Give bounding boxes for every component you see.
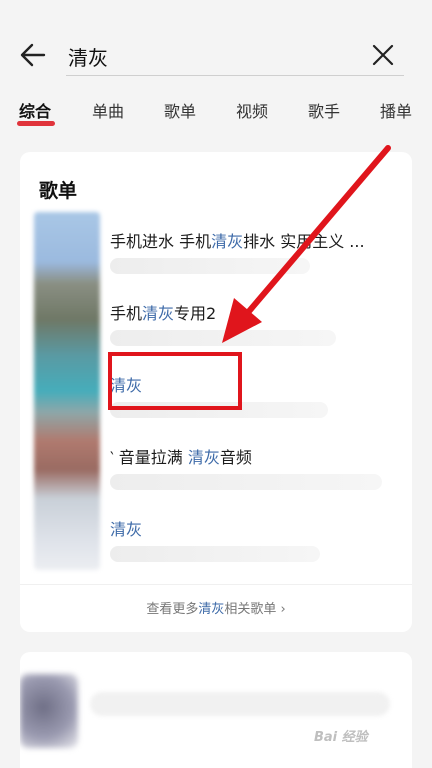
search-input[interactable] xyxy=(66,36,404,76)
close-icon[interactable] xyxy=(370,42,396,68)
watermark: Bai 经验 xyxy=(314,730,368,745)
blurred-content xyxy=(90,692,390,716)
playlist-item-title: 手机清灰专用2 xyxy=(110,304,217,323)
search-bar xyxy=(0,30,432,78)
tab-podcasts[interactable]: 播单 xyxy=(380,98,412,122)
annotation-highlight-box xyxy=(108,352,242,410)
avatar xyxy=(20,674,78,748)
see-more-playlists-link[interactable]: 查看更多清灰相关歌单 › xyxy=(20,598,412,617)
tab-artists[interactable]: 歌手 xyxy=(308,98,340,122)
playlist-item-title: 清灰 xyxy=(110,520,143,539)
playlist-item-subtitle xyxy=(110,330,336,346)
playlist-item[interactable]: 手机清灰专用2 xyxy=(110,300,398,356)
playlist-item[interactable]: 清灰 xyxy=(110,516,398,572)
category-tabs: 综合 单曲 歌单 视频 歌手 播单 xyxy=(0,92,432,132)
playlist-item[interactable]: ‵ 音量拉满 清灰音频 xyxy=(110,444,398,500)
tab-comprehensive[interactable]: 综合 xyxy=(19,98,51,122)
tab-playlists[interactable]: 歌单 xyxy=(164,98,196,122)
playlist-item-subtitle xyxy=(110,258,310,274)
next-section-card xyxy=(20,652,412,768)
playlist-item-title: ‵ 音量拉满 清灰音频 xyxy=(110,448,252,467)
playlist-covers xyxy=(34,212,100,570)
tab-songs[interactable]: 单曲 xyxy=(92,98,124,122)
back-arrow-icon[interactable] xyxy=(18,40,48,70)
search-underline xyxy=(66,75,404,76)
playlist-item-subtitle xyxy=(110,546,320,562)
playlist-item[interactable]: 手机进水 手机清灰排水 实用主义 ... xyxy=(110,228,398,284)
divider xyxy=(20,584,412,585)
playlist-item-title: 手机进水 手机清灰排水 实用主义 ... xyxy=(110,232,365,251)
tab-videos[interactable]: 视频 xyxy=(236,98,268,122)
section-title: 歌单 xyxy=(39,180,78,202)
playlist-item-subtitle xyxy=(110,474,382,490)
